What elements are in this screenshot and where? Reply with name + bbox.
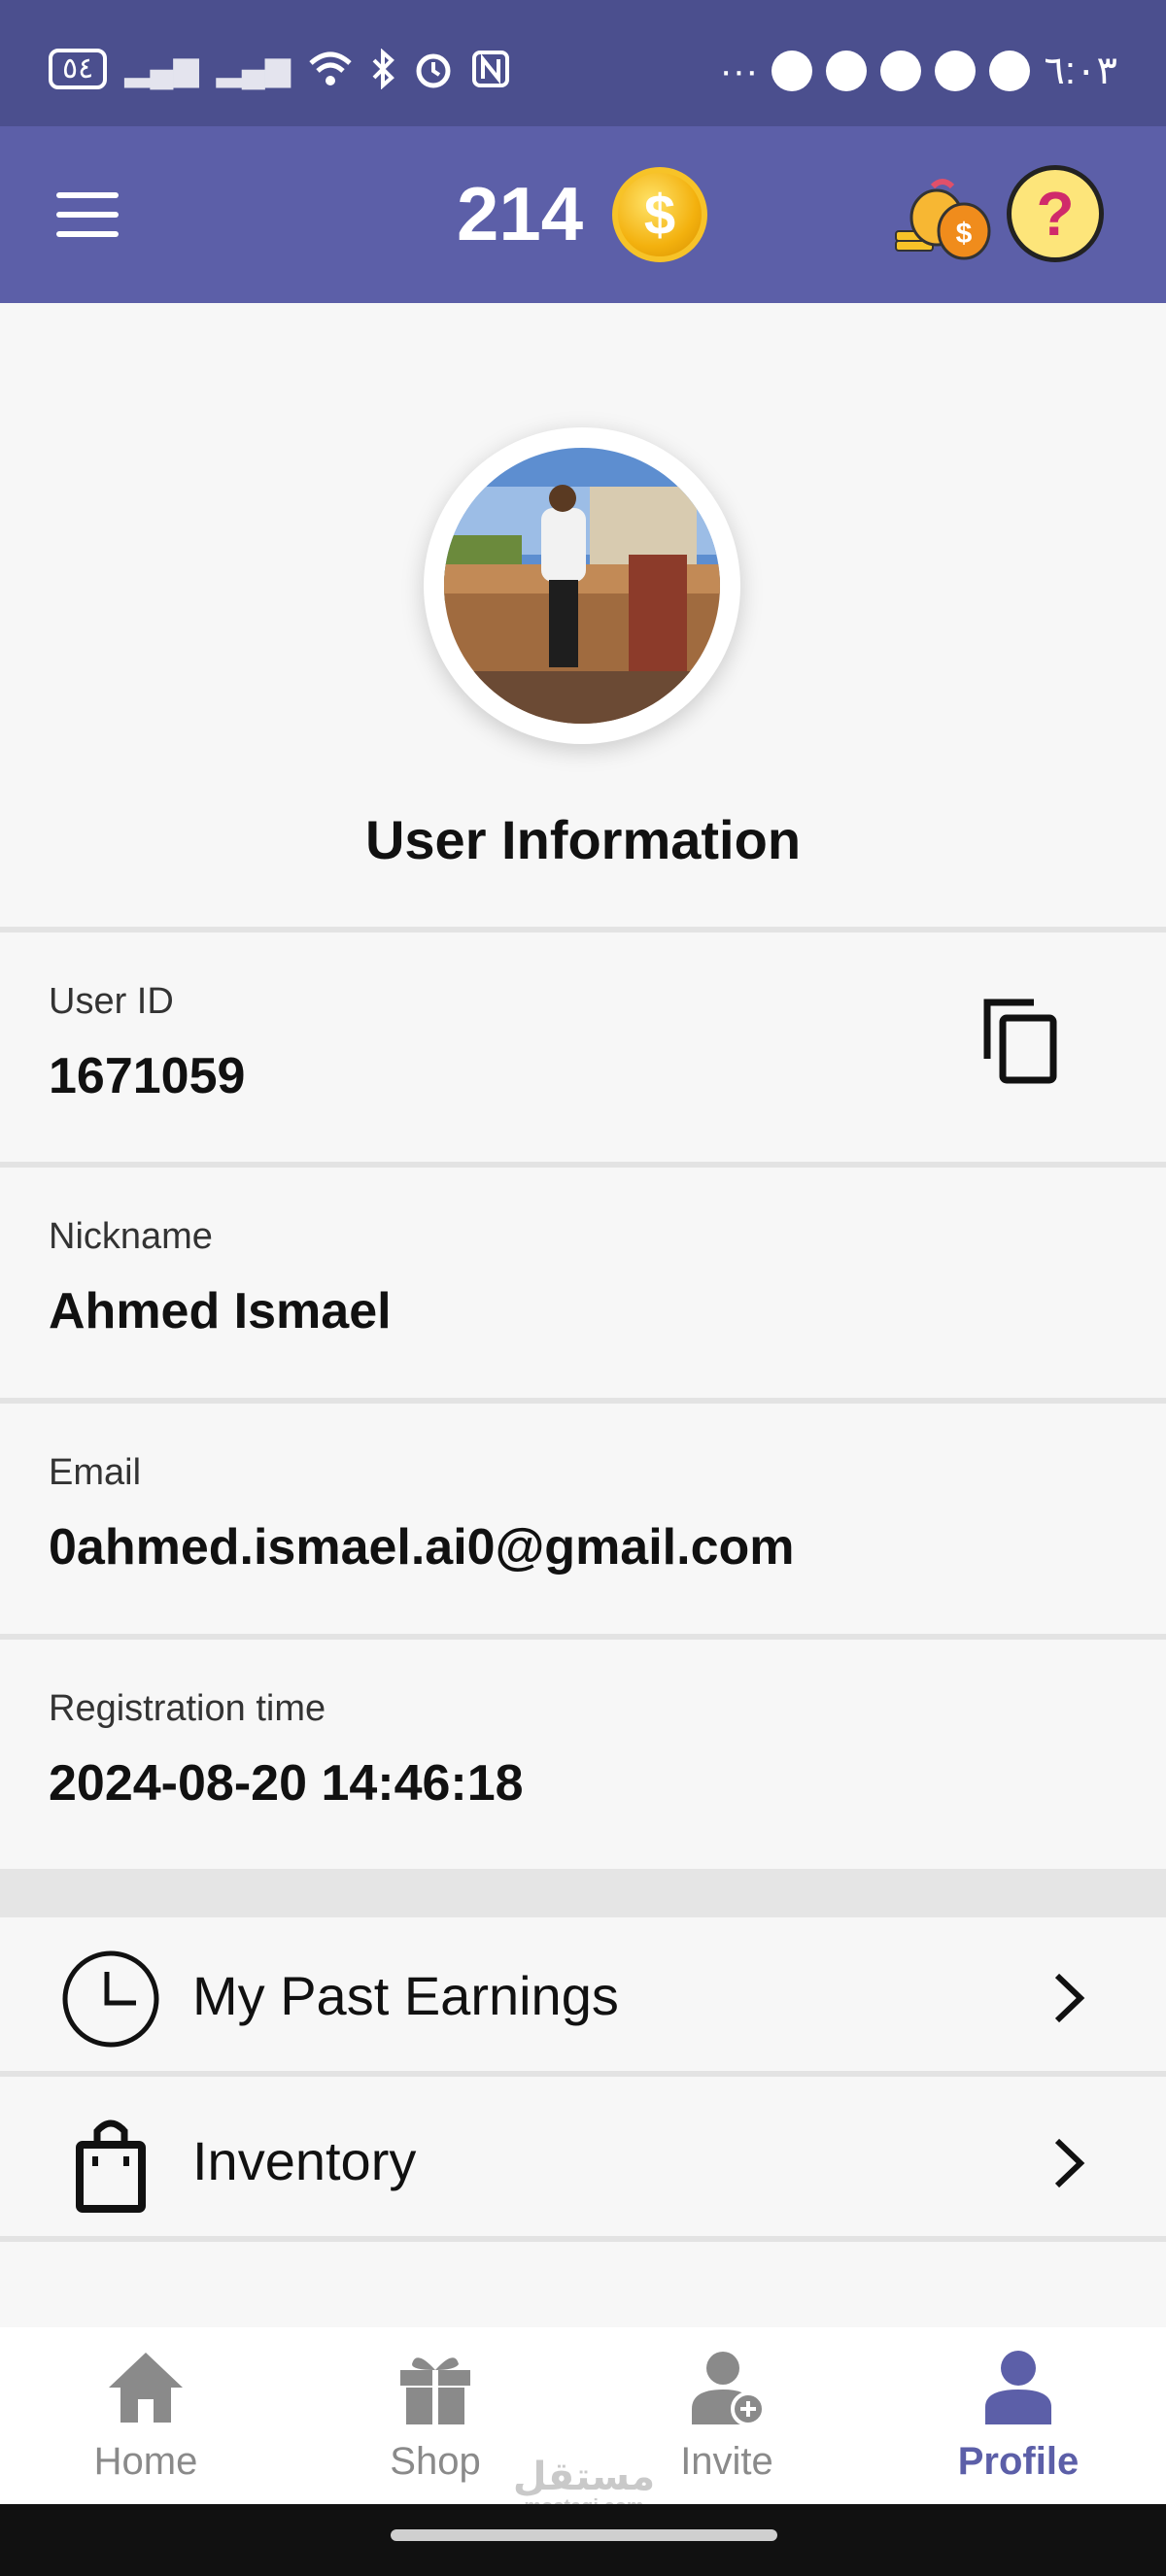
- chevron-right-icon: [1054, 2138, 1085, 2188]
- add-user-icon: [692, 2352, 766, 2426]
- nickname-value: Ahmed Ismael: [49, 1283, 392, 1339]
- avatar[interactable]: [424, 427, 740, 744]
- coin-icon: $: [612, 167, 707, 262]
- earnings-bag-icon[interactable]: $: [894, 175, 995, 262]
- user-id-row: User ID 1671059: [0, 927, 1166, 1158]
- menu-icon[interactable]: [56, 192, 119, 237]
- more-notifications: ···: [719, 49, 759, 92]
- status-bar: ٥٤ ▂▄▆ ▂▄▆ ··· ٦:٠٣: [0, 0, 1166, 126]
- wifi-icon: [309, 51, 352, 85]
- email-row: Email 0ahmed.ismael.ai0@gmail.com: [0, 1398, 1166, 1629]
- watermark-arabic: مستقل: [512, 2456, 656, 2498]
- status-right: ··· ٦:٠٣: [719, 49, 1117, 93]
- user-id-label: User ID: [49, 981, 174, 1022]
- messenger-icon: [989, 51, 1031, 91]
- bluetooth-icon: [372, 49, 394, 89]
- registration-row: Registration time 2024-08-20 14:46:18: [0, 1634, 1166, 1865]
- nav-home-label: Home: [93, 2440, 198, 2483]
- profile-photo: [444, 448, 720, 724]
- home-icon: [109, 2353, 183, 2423]
- nav-profile[interactable]: Profile: [902, 2349, 1135, 2494]
- email-label: Email: [49, 1452, 142, 1493]
- nickname-row: Nickname Ahmed Ismael: [0, 1162, 1166, 1393]
- status-left: ٥٤ ▂▄▆ ▂▄▆: [49, 49, 510, 89]
- section-title: User Information: [364, 809, 802, 870]
- registration-label: Registration time: [49, 1688, 326, 1729]
- notification-icon: [772, 51, 813, 91]
- nfc-icon: [472, 51, 510, 87]
- signal-icon-2: ▂▄▆: [216, 51, 292, 87]
- gift-icon: [400, 2357, 470, 2424]
- clock-icon: [62, 1950, 159, 2048]
- inventory-item[interactable]: Inventory: [0, 2083, 1166, 2242]
- past-earnings-label: My Past Earnings: [192, 1965, 619, 2026]
- copy-icon[interactable]: [981, 997, 1061, 1086]
- coin-balance: 214: [457, 171, 584, 256]
- home-gesture-bar[interactable]: [391, 2529, 777, 2541]
- nav-profile-label: Profile: [957, 2440, 1080, 2483]
- help-icon[interactable]: ?: [1007, 165, 1104, 262]
- app-header: 214 $ $ ?: [0, 126, 1166, 303]
- alarm-icon: [416, 53, 451, 88]
- signal-icon: ▂▄▆: [124, 51, 199, 87]
- registration-value: 2024-08-20 14:46:18: [49, 1755, 524, 1812]
- svg-text:$: $: [956, 218, 973, 250]
- person-icon: [985, 2351, 1051, 2424]
- past-earnings-item[interactable]: My Past Earnings: [0, 1917, 1166, 2077]
- nav-home[interactable]: Home: [29, 2349, 262, 2494]
- section-divider: [0, 1869, 1166, 1917]
- chevron-right-icon: [1054, 1973, 1085, 2023]
- notification-icon: [826, 51, 868, 91]
- chat-icon: [935, 51, 977, 91]
- inventory-label: Inventory: [192, 2130, 417, 2191]
- email-value: 0ahmed.ismael.ai0@gmail.com: [49, 1519, 795, 1576]
- clock-time: ٦:٠٣: [1044, 50, 1117, 92]
- user-id-value: 1671059: [49, 1048, 246, 1104]
- nickname-label: Nickname: [49, 1216, 213, 1257]
- messenger-icon: [880, 51, 922, 91]
- shopping-bag-icon: [76, 2119, 146, 2213]
- battery-indicator: ٥٤: [49, 49, 108, 89]
